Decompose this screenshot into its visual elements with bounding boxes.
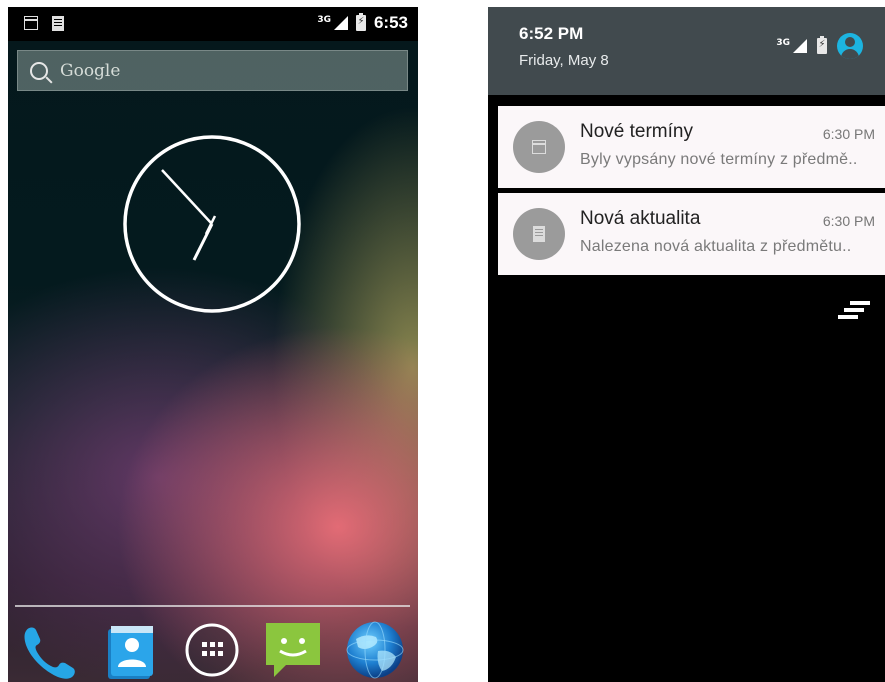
- notification-icon-badge: [513, 121, 565, 173]
- browser-globe-icon[interactable]: [346, 621, 404, 679]
- notification-text: Nalezena nová aktualita z předmětu..: [580, 238, 852, 255]
- notification-title: Nové termíny: [580, 121, 693, 142]
- clear-all-notifications-icon[interactable]: [838, 301, 872, 323]
- phone-icon[interactable]: [18, 621, 76, 679]
- signal-icon: 3G: [317, 16, 348, 30]
- dock-divider: [15, 605, 410, 607]
- notification-time: 6:30 PM: [822, 126, 875, 142]
- notification-shade: 6:52 PM Friday, May 8 3G Nové termíny 6:…: [488, 7, 885, 682]
- header-time: 6:52 PM: [519, 24, 584, 43]
- search-icon: [30, 61, 48, 80]
- home-screen: 3G 6:53 Google: [8, 7, 418, 682]
- quick-settings-header[interactable]: 6:52 PM Friday, May 8 3G: [488, 7, 885, 95]
- notification-title: Nová aktualita: [580, 208, 701, 229]
- notification-item[interactable]: Nové termíny 6:30 PM Byly vypsány nové t…: [498, 106, 885, 188]
- notification-text: Byly vypsány nové termíny z předmě..: [580, 151, 858, 168]
- network-type-label: 3G: [776, 38, 790, 48]
- notification-item[interactable]: Nová aktualita 6:30 PM Nalezena nová akt…: [498, 193, 885, 275]
- contacts-icon[interactable]: [100, 621, 158, 679]
- messaging-icon[interactable]: [264, 621, 322, 679]
- app-drawer-icon[interactable]: [183, 621, 241, 679]
- status-time: 6:53: [373, 13, 408, 32]
- header-date: Friday, May 8: [519, 52, 609, 69]
- dock: [8, 617, 418, 679]
- battery-charging-icon: [355, 13, 366, 31]
- notification-icon-badge: [513, 208, 565, 260]
- document-icon: [52, 16, 64, 31]
- account-icon[interactable]: [837, 33, 863, 59]
- status-bar[interactable]: 3G 6:53: [8, 7, 418, 41]
- signal-icon: 3G: [776, 39, 807, 53]
- network-type-label: 3G: [317, 15, 331, 25]
- analog-clock-widget[interactable]: [122, 134, 302, 314]
- calendar-icon: [24, 16, 38, 30]
- google-search-bar[interactable]: Google: [17, 50, 408, 91]
- battery-charging-icon: [817, 36, 827, 54]
- document-icon: [533, 226, 545, 242]
- calendar-icon: [532, 140, 546, 154]
- clock-minute-hand: [161, 169, 213, 225]
- notification-time: 6:30 PM: [822, 213, 875, 229]
- search-label: Google: [60, 60, 121, 81]
